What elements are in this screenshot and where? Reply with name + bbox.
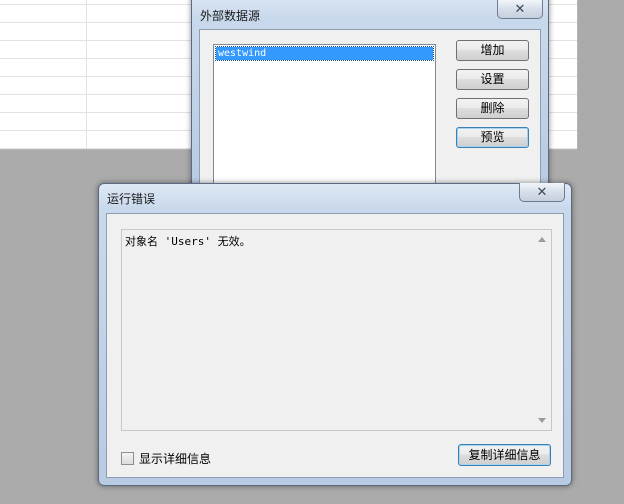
error-dialog-title: 运行错误 <box>107 192 156 206</box>
error-message: 对象名 'Users' 无效。 <box>125 235 251 248</box>
copy-details-button[interactable]: 复制详细信息 <box>458 444 551 466</box>
error-message-scrollbar[interactable] <box>534 230 551 430</box>
data-source-list[interactable]: westwind <box>213 44 436 194</box>
data-source-window: 外部数据源 ✕ westwind 增加 设置 删除 预览 <box>191 0 549 194</box>
show-details-label: 显示详细信息 <box>139 452 212 466</box>
error-message-box[interactable]: 对象名 'Users' 无效。 <box>121 229 552 431</box>
show-details-toggle[interactable]: 显示详细信息 <box>121 450 211 467</box>
show-details-checkbox[interactable] <box>121 452 134 465</box>
close-icon: ✕ <box>536 184 548 200</box>
add-button[interactable]: 增加 <box>456 40 529 61</box>
close-icon: ✕ <box>514 1 526 17</box>
settings-button[interactable]: 设置 <box>456 69 529 90</box>
scroll-down-icon[interactable] <box>538 418 546 423</box>
delete-button[interactable]: 删除 <box>456 98 529 119</box>
preview-button[interactable]: 预览 <box>456 127 529 148</box>
data-source-window-title: 外部数据源 <box>200 9 261 23</box>
error-dialog-client-area: 对象名 'Users' 无效。 显示详细信息 复制详细信息 <box>106 213 564 478</box>
scroll-up-icon[interactable] <box>538 237 546 242</box>
error-dialog-close-button[interactable]: ✕ <box>519 183 565 202</box>
list-item-westwind[interactable]: westwind <box>215 46 434 61</box>
data-source-close-button[interactable]: ✕ <box>497 0 543 19</box>
data-source-client-area: westwind 增加 设置 删除 预览 <box>199 29 541 194</box>
error-dialog: 运行错误 ✕ 对象名 'Users' 无效。 显示详细信息 复制详细信息 <box>98 183 572 486</box>
desktop: 外部数据源 ✕ westwind 增加 设置 删除 预览 运行错误 ✕ 对象名 … <box>0 0 624 504</box>
